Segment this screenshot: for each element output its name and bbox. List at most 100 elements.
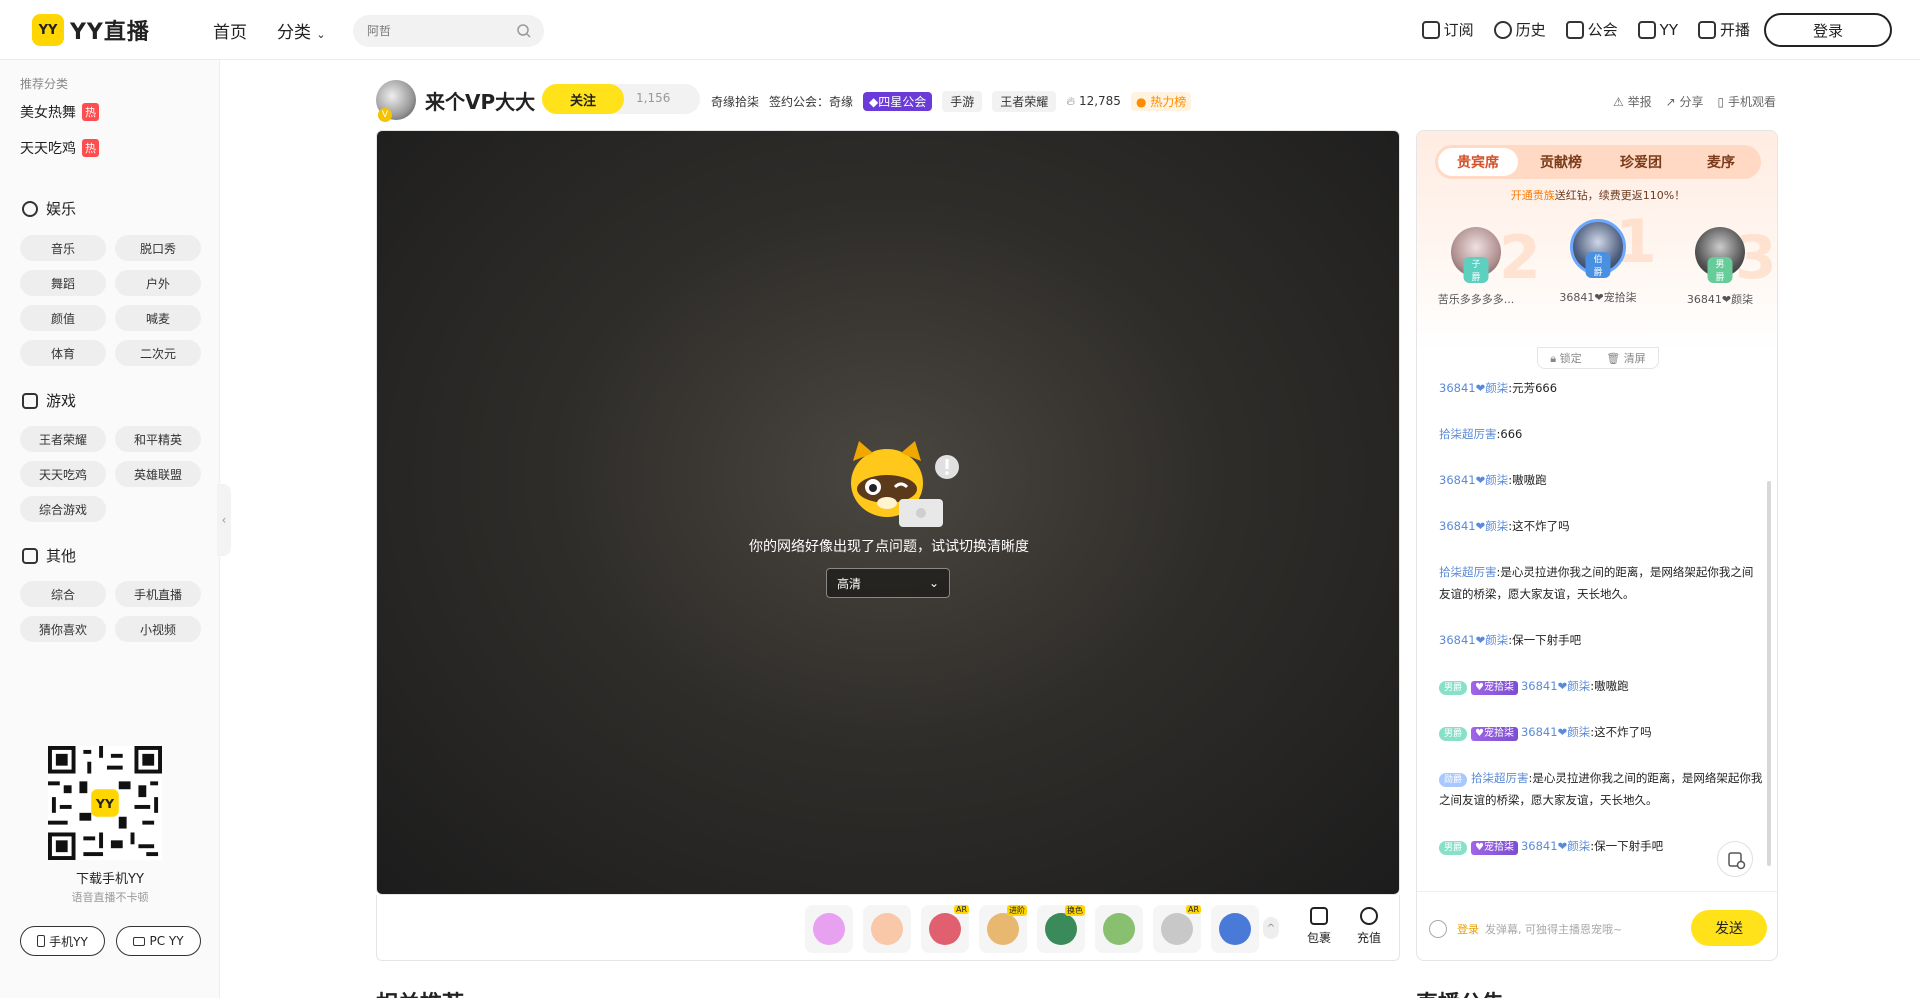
hot-rank-badge[interactable]: ● 热力榜 — [1130, 92, 1192, 111]
heart-icon: ♥ — [1475, 682, 1484, 693]
tab-mic-queue[interactable]: 麦序 — [1681, 145, 1761, 179]
sidebar-collapse-handle[interactable]: ‹ — [217, 484, 231, 556]
category-chip[interactable]: 喊麦 — [115, 305, 201, 331]
pc-yy-button[interactable]: PC YY — [116, 926, 201, 956]
seat-name: 36841❤颜柒 — [1686, 293, 1754, 306]
quality-select[interactable]: 高清 ⌄ — [826, 568, 950, 598]
gift-item[interactable] — [1095, 905, 1143, 953]
category-chip[interactable]: 英雄联盟 — [115, 461, 201, 487]
box-icon — [1310, 907, 1328, 925]
category-chip[interactable]: 二次元 — [115, 340, 201, 366]
game-tag[interactable]: 王者荣耀 — [992, 91, 1057, 112]
login-button[interactable]: 登录 — [1764, 13, 1892, 47]
category-chip[interactable]: 舞蹈 — [20, 270, 106, 296]
chat-messages: 36841❤颜柒:元芳666 拾柒超厉害:666 36841❤颜柒:嗷嗷跑 36… — [1417, 371, 1777, 891]
download-qr-code: YY — [48, 746, 162, 860]
fan-badge-label: 宠拾柒 — [1483, 842, 1514, 853]
gift-item[interactable] — [805, 905, 853, 953]
tab-vip-seats[interactable]: 贵宾席 — [1438, 148, 1518, 176]
chat-nick[interactable]: 36841❤颜柒 — [1521, 725, 1590, 739]
recharge-button[interactable]: 充值 — [1349, 907, 1389, 946]
share-link[interactable]: ↗ 分享 — [1666, 93, 1704, 110]
gift-item[interactable] — [863, 905, 911, 953]
gift-item[interactable]: 换色 — [1037, 905, 1085, 953]
guild-label[interactable]: 签约公会：奇缘 — [769, 93, 853, 110]
chat-login-link[interactable]: 登录 — [1457, 921, 1479, 937]
chat-nick[interactable]: 拾柒超厉害 — [1471, 771, 1529, 785]
report-link[interactable]: ⚠︎ 举报 — [1613, 93, 1652, 110]
category-chip[interactable]: 音乐 — [20, 235, 106, 261]
nav-category[interactable]: 分类 ⌄ — [277, 18, 326, 43]
chat-input[interactable]: 发弹幕, 可独得主播恩宠哦~ — [1485, 921, 1622, 937]
sidebar-hot-item-1[interactable]: 美女热舞热 — [20, 102, 99, 122]
rank-badge: 子爵 — [1463, 257, 1489, 283]
category-chip[interactable]: 户外 — [115, 270, 201, 296]
sidebar-hot-item-2[interactable]: 天天吃鸡热 — [20, 138, 99, 158]
category-chip[interactable]: 体育 — [20, 340, 106, 366]
tab-contribution[interactable]: 贡献榜 — [1521, 145, 1601, 179]
rank-badge: 男爵 — [1707, 257, 1733, 283]
category-chip[interactable]: 综合 — [20, 581, 106, 607]
chat-nick[interactable]: 拾柒超厉害 — [1439, 427, 1497, 441]
channel-name[interactable]: 奇缘拾柒 — [711, 93, 759, 110]
history-link[interactable]: 历史 — [1493, 19, 1546, 40]
chat-scrollbar[interactable] — [1767, 481, 1771, 866]
category-chip[interactable]: 综合游戏 — [20, 496, 106, 522]
gift-icon — [813, 913, 845, 945]
chat-nick[interactable]: 36841❤颜柒 — [1521, 839, 1590, 853]
tab-fan-club[interactable]: 珍爱团 — [1601, 145, 1681, 179]
category-chip[interactable]: 猜你喜欢 — [20, 616, 106, 642]
broadcast-link[interactable]: 开播 — [1697, 19, 1750, 40]
mobile-yy-button[interactable]: 手机YY — [20, 926, 105, 956]
send-button[interactable]: 发送 — [1691, 910, 1767, 946]
category-chip[interactable]: 王者荣耀 — [20, 426, 106, 452]
category-chip[interactable]: 和平精英 — [115, 426, 201, 452]
category-chip[interactable]: 小视频 — [115, 616, 201, 642]
follow-button[interactable]: 关注 — [542, 84, 624, 114]
anchor-info-bar: V 来个VP大大 关注 1,156 奇缘拾柒 签约公会：奇缘 ◆四星公会 手游 … — [376, 80, 1776, 122]
gift-icon — [1045, 913, 1077, 945]
gift-item[interactable] — [1211, 905, 1259, 953]
section-title: 游戏 — [46, 392, 77, 410]
search-icon[interactable] — [516, 23, 532, 39]
vip-seat[interactable]: 子爵 苦乐多多多多... — [1417, 215, 1535, 307]
category-tag[interactable]: 手游 — [942, 91, 983, 112]
video-player[interactable]: 你的网络好像出现了点问题，试试切换清晰度 高清 ⌄ — [376, 130, 1400, 895]
search-input[interactable] — [353, 15, 503, 47]
guild-link[interactable]: 公会 — [1565, 19, 1618, 40]
chat-nick[interactable]: 36841❤颜柒 — [1439, 633, 1508, 647]
yy-link[interactable]: YY — [1637, 20, 1678, 39]
pack-button[interactable]: 包裹 — [1299, 907, 1339, 946]
chat-nick[interactable]: 36841❤颜柒 — [1439, 381, 1508, 395]
gift-item[interactable]: AR — [921, 905, 969, 953]
chat-message: 男爵 ♥宠拾柒 36841❤颜柒:保一下射手吧 — [1439, 835, 1764, 857]
lock-button[interactable]: 🔒︎ 锁定 — [1550, 350, 1581, 366]
subscribe-link[interactable]: 订阅 — [1421, 19, 1474, 40]
nav-home[interactable]: 首页 — [213, 18, 247, 43]
header-actions: 订阅 历史 公会 YY 开播 — [1421, 19, 1750, 40]
anchor-avatar[interactable]: V — [376, 80, 416, 122]
category-chip[interactable]: 天天吃鸡 — [20, 461, 106, 487]
chat-nick[interactable]: 36841❤颜柒 — [1439, 519, 1508, 533]
mobile-watch-link[interactable]: ▯ 手机观看 — [1718, 93, 1776, 110]
yy-logo[interactable]: YY YY直播 — [32, 14, 150, 46]
chat-settings-button[interactable] — [1717, 841, 1753, 877]
chat-nick[interactable]: 36841❤颜柒 — [1439, 473, 1508, 487]
category-chip[interactable]: 手机直播 — [115, 581, 201, 607]
vip-seat[interactable]: 男爵 36841❤颜柒 — [1661, 215, 1777, 307]
other-icon — [22, 547, 38, 564]
chat-nick[interactable]: 拾柒超厉害 — [1439, 565, 1497, 579]
vip-seat[interactable]: 伯爵 36841❤宠拾柒 — [1539, 207, 1657, 305]
gift-item[interactable]: 进阶 — [979, 905, 1027, 953]
gift-item[interactable]: AR — [1153, 905, 1201, 953]
clear-button[interactable]: 🗑︎ 清屏 — [1606, 350, 1645, 366]
category-chip[interactable]: 脱口秀 — [115, 235, 201, 261]
category-chip[interactable]: 颜值 — [20, 305, 106, 331]
diamond-icon: ◆ — [869, 95, 879, 109]
subscribe-label: 订阅 — [1443, 21, 1474, 39]
emoji-icon[interactable] — [1429, 920, 1447, 938]
chat-nick[interactable]: 36841❤颜柒 — [1521, 679, 1590, 693]
guild-star-tag: ◆四星公会 — [863, 92, 933, 111]
vip-promo[interactable]: 开通贵族送红钻，续费更返110%！ — [1417, 187, 1777, 203]
gift-expand-button[interactable]: ^ — [1263, 917, 1279, 939]
